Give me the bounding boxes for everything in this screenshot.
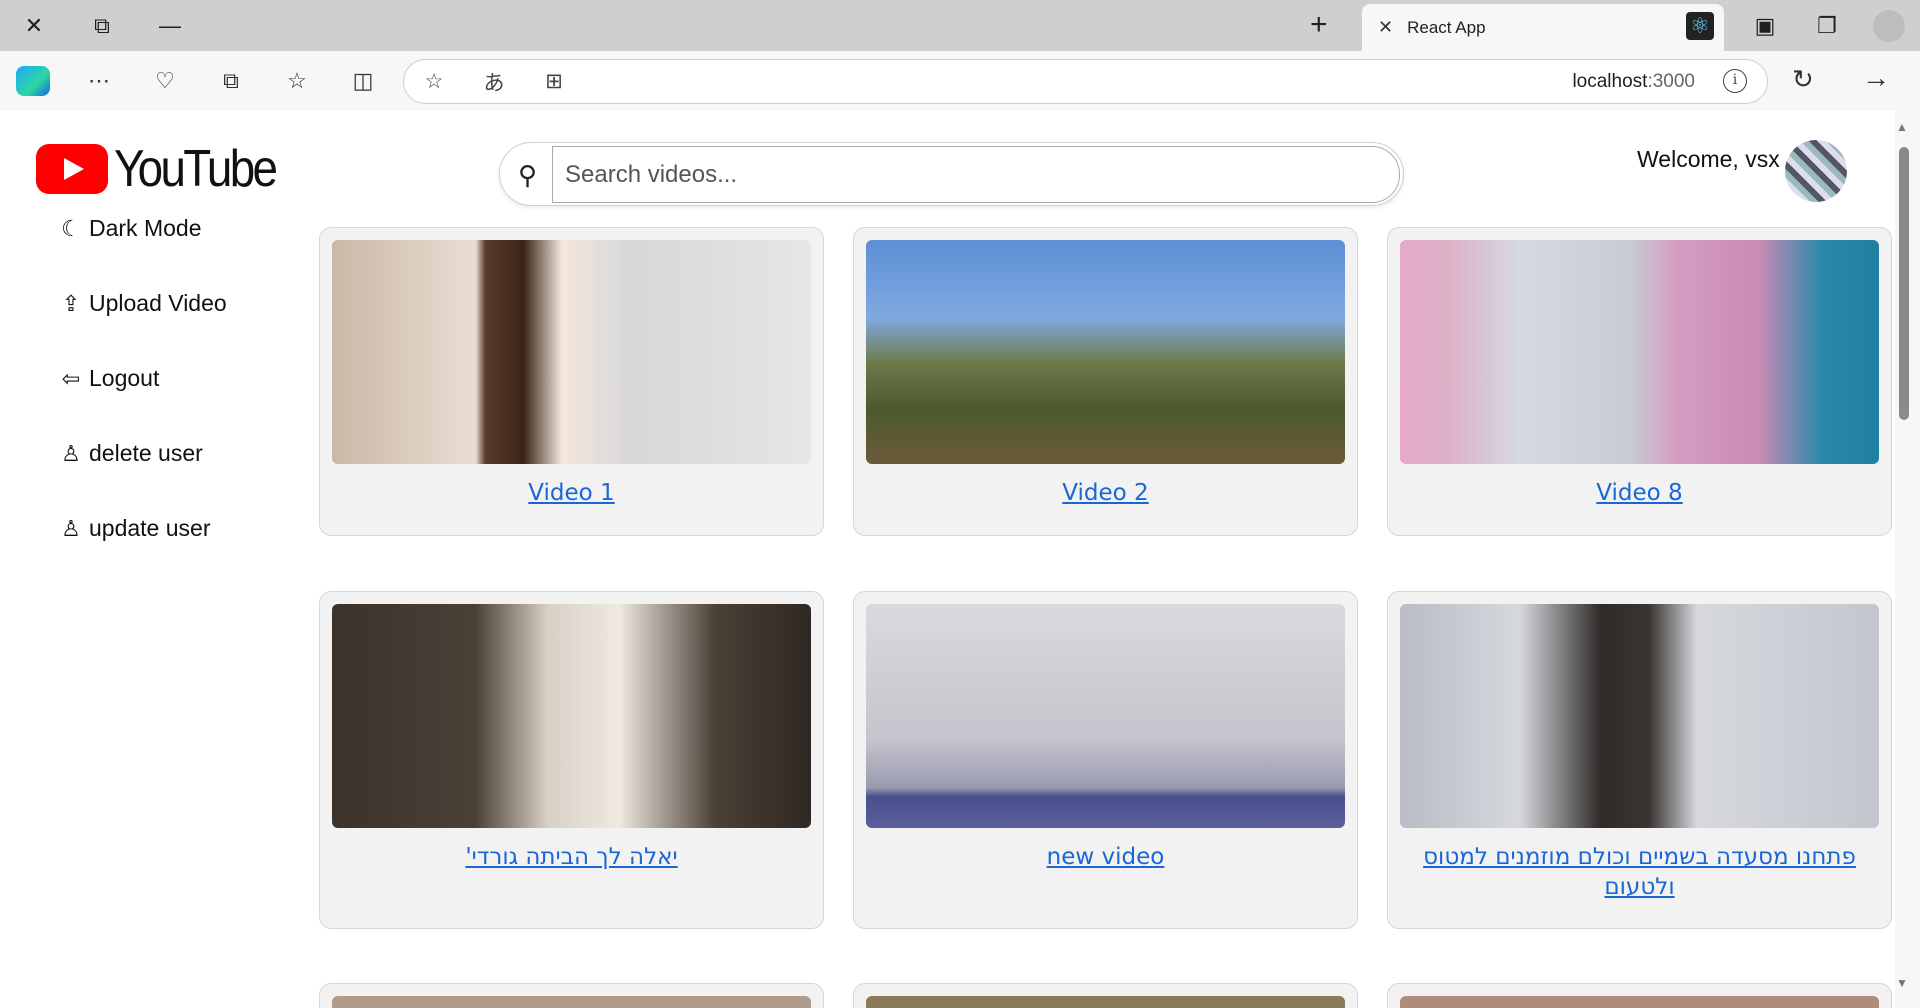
- sidebar-item-label: Logout: [89, 365, 160, 391]
- video-thumbnail[interactable]: [332, 604, 811, 828]
- video-card: [1387, 983, 1892, 1008]
- tab-title: React App: [1407, 17, 1486, 37]
- search-icon[interactable]: ⚲: [518, 160, 537, 191]
- split-screen-icon[interactable]: ◫: [330, 68, 396, 94]
- youtube-logo[interactable]: YouTube: [36, 139, 297, 199]
- delete-user-icon: ♙: [61, 440, 81, 466]
- new-tab-icon[interactable]: +: [1310, 8, 1328, 42]
- sidebar-item-label: delete user: [89, 440, 203, 466]
- search-input[interactable]: [552, 146, 1400, 203]
- sidebar-item-upload-video[interactable]: ⇪ Upload Video: [57, 266, 277, 341]
- scroll-up-icon[interactable]: ▲: [1896, 120, 1908, 134]
- dark-mode-icon: ☾: [61, 215, 81, 241]
- welcome-text: Welcome, vsx: [1637, 146, 1780, 172]
- video-card: יאלה לך הביתה גורדי': [319, 591, 824, 929]
- sidebar-item-label: update user: [89, 515, 211, 541]
- react-favicon-icon: ⚛: [1686, 12, 1714, 40]
- video-thumbnail[interactable]: [866, 996, 1345, 1008]
- video-thumbnail[interactable]: [1400, 604, 1879, 828]
- url-host: localhost: [1572, 71, 1648, 92]
- update-user-icon: ♙: [61, 515, 81, 541]
- close-window-icon[interactable]: ✕: [0, 0, 68, 51]
- minimize-window-icon[interactable]: —: [136, 0, 204, 51]
- video-title-link[interactable]: פתחנו מסעדה בשמיים וכולם מוזמנים למטוס ו…: [1400, 842, 1879, 902]
- sidebar-item-update-user[interactable]: ♙ update user: [57, 491, 277, 566]
- sidebar-item-delete-user[interactable]: ♙ delete user: [57, 416, 277, 491]
- sidebar-item-logout[interactable]: ⇦ Logout: [57, 341, 277, 416]
- logo-text: YouTube: [114, 140, 278, 198]
- address-bar[interactable]: ☆ あ ⊞ localhost:3000 i: [403, 59, 1768, 104]
- sidebar-item-dark-mode[interactable]: ☾ Dark Mode: [57, 191, 277, 266]
- tab-actions-icon[interactable]: ⧉: [198, 68, 264, 94]
- video-title-link[interactable]: new video: [866, 842, 1345, 872]
- forward-icon[interactable]: →: [1862, 62, 1890, 94]
- scroll-down-icon[interactable]: ▼: [1896, 976, 1908, 990]
- video-thumbnail[interactable]: [866, 240, 1345, 464]
- upload-icon: ⇪: [61, 290, 81, 316]
- star-icon[interactable]: ☆: [404, 69, 464, 94]
- sidebar-item-label: Upload Video: [89, 290, 227, 316]
- video-card: [319, 983, 824, 1008]
- profile-icon[interactable]: [1858, 0, 1920, 51]
- copilot-icon[interactable]: [16, 66, 50, 96]
- refresh-icon[interactable]: ↻: [1792, 64, 1814, 95]
- video-title-link[interactable]: יאלה לך הביתה גורדי': [332, 842, 811, 872]
- video-thumbnail[interactable]: [332, 240, 811, 464]
- search-bar: ⚲: [499, 142, 1404, 206]
- user-avatar[interactable]: [1785, 140, 1847, 202]
- apps-icon[interactable]: ⊞: [524, 69, 584, 94]
- video-title-link[interactable]: Video 2: [866, 478, 1345, 508]
- youtube-play-icon: [36, 144, 108, 194]
- url-port: :3000: [1647, 71, 1695, 92]
- video-title-link[interactable]: Video 8: [1400, 478, 1879, 508]
- favorites-icon[interactable]: ☆: [264, 68, 330, 94]
- close-tab-icon[interactable]: ✕: [1378, 17, 1393, 38]
- scrollbar-thumb[interactable]: [1899, 147, 1909, 420]
- video-card: new video: [853, 591, 1358, 929]
- url-text[interactable]: localhost:3000: [1572, 71, 1695, 93]
- logout-icon: ⇦: [61, 365, 81, 391]
- profile-avatar: [1873, 9, 1905, 42]
- video-card: Video 1: [319, 227, 824, 536]
- video-title-link[interactable]: Video 1: [332, 478, 811, 508]
- health-icon[interactable]: ♡: [132, 68, 198, 94]
- more-icon[interactable]: ⋯: [66, 68, 132, 94]
- workspaces-icon[interactable]: ▣: [1734, 0, 1796, 51]
- video-thumbnail[interactable]: [332, 996, 811, 1008]
- video-card: Video 2: [853, 227, 1358, 536]
- restore-window-icon[interactable]: ⧉: [68, 0, 136, 51]
- read-aloud-icon[interactable]: あ: [464, 67, 524, 97]
- video-card: [853, 983, 1358, 1008]
- collections-icon[interactable]: ❐: [1796, 0, 1858, 51]
- browser-tab[interactable]: ✕ React App: [1362, 4, 1724, 51]
- page-content: YouTube ⚲ Welcome, vsx ☾ Dark Mode ⇪ Upl…: [5, 111, 1895, 1008]
- video-thumbnail[interactable]: [1400, 996, 1879, 1008]
- sidebar-item-label: Dark Mode: [89, 215, 202, 241]
- video-card: Video 8: [1387, 227, 1892, 536]
- video-thumbnail[interactable]: [866, 604, 1345, 828]
- sidebar: ☾ Dark Mode ⇪ Upload Video ⇦ Logout ♙ de…: [57, 191, 277, 566]
- info-icon[interactable]: i: [1723, 69, 1747, 93]
- video-card: פתחנו מסעדה בשמיים וכולם מוזמנים למטוס ו…: [1387, 591, 1892, 929]
- video-thumbnail[interactable]: [1400, 240, 1879, 464]
